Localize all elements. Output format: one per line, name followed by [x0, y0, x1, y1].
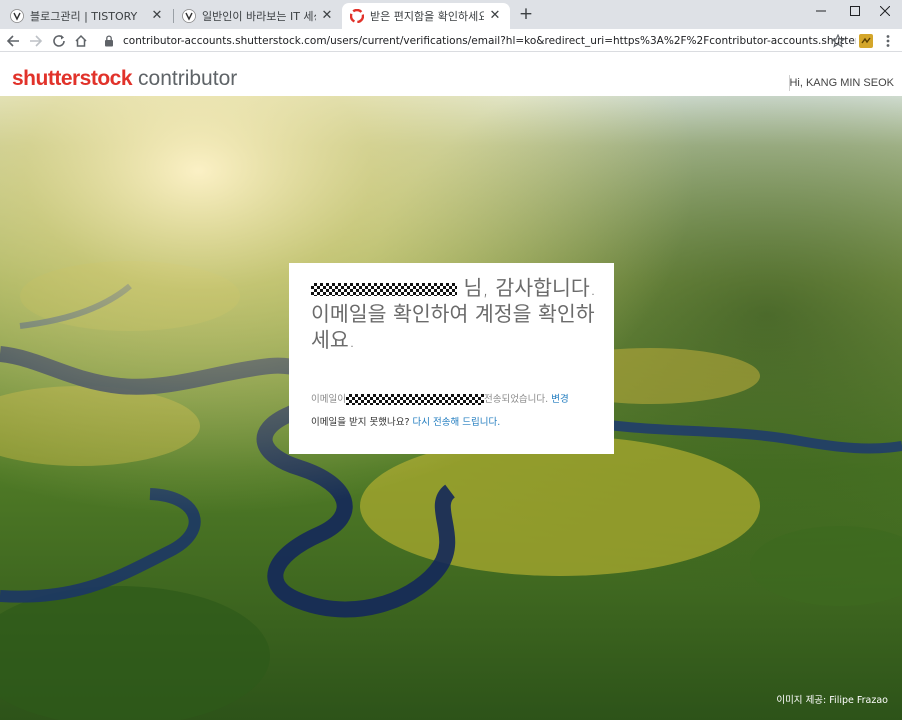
- reload-button[interactable]: [49, 31, 69, 51]
- credit-label: 이미지 제공:: [776, 695, 827, 706]
- maximize-icon: [850, 6, 860, 16]
- resend-line: 이메일을 받지 못했나요? 다시 전송해 드립니다.: [311, 414, 611, 428]
- email-sent-line: 이메일이 전송되었습니다. 변경: [311, 391, 611, 405]
- minimize-button[interactable]: [804, 0, 838, 22]
- user-greeting[interactable]: Hi, KANG MIN SEOK: [789, 77, 894, 89]
- arrow-right-icon: [30, 35, 43, 47]
- home-button[interactable]: [71, 31, 91, 51]
- verification-heading: 님, 감사합니다. 이메일을 확인하여 계정을 확인하세요.: [311, 275, 597, 353]
- not-received-text: 이메일을 받지 못했나요?: [311, 417, 410, 428]
- tab-strip: 블로그관리 | TISTORY ✕ 일반인이 바라보는 IT 세상 ✕ 받은 편…: [0, 0, 902, 29]
- site-header: shutterstock contributor Hi, KANG MIN SEO…: [0, 53, 902, 96]
- window-close-button[interactable]: [868, 0, 902, 22]
- tab-title: 일반인이 바라보는 IT 세상: [202, 10, 316, 23]
- brand-suffix: contributor: [138, 67, 238, 90]
- bookmark-star-button[interactable]: [828, 31, 848, 51]
- url-text: contributor-accounts.shutterstock.com/us…: [123, 34, 856, 47]
- forward-button[interactable]: [26, 31, 46, 51]
- minimize-icon: [816, 10, 826, 12]
- sent-prefix: 이메일이: [311, 394, 346, 405]
- back-button[interactable]: [3, 31, 23, 51]
- credit-author: Filipe Frazao: [829, 695, 888, 706]
- new-tab-button[interactable]: +: [516, 5, 536, 25]
- close-window-icon: [880, 6, 890, 16]
- close-icon[interactable]: ✕: [320, 9, 334, 23]
- tab-title: 블로그관리 | TISTORY: [30, 10, 138, 23]
- star-icon: [831, 34, 845, 48]
- hero-background: 님, 감사합니다. 이메일을 확인하여 계정을 확인하세요. 이메일이 전송되었습…: [0, 96, 902, 720]
- heading-suffix: 님, 감사합니다.: [463, 276, 597, 300]
- browser-tab[interactable]: 일반인이 바라보는 IT 세상 ✕: [174, 3, 342, 29]
- more-vertical-icon: [886, 35, 890, 47]
- sent-suffix: 전송되었습니다.: [483, 394, 549, 405]
- address-bar[interactable]: contributor-accounts.shutterstock.com/us…: [92, 30, 856, 51]
- extension-button[interactable]: [856, 31, 876, 51]
- close-icon[interactable]: ✕: [150, 9, 164, 23]
- browser-menu-button[interactable]: [878, 31, 898, 51]
- tab-title: 받은 편지함을 확인하세요. | Shu: [370, 10, 484, 23]
- heading-body: 이메일을 확인하여 계정을 확인하세요.: [311, 302, 595, 352]
- close-icon[interactable]: ✕: [488, 9, 502, 23]
- reload-icon: [53, 35, 65, 47]
- tistory-favicon-icon: [10, 9, 24, 23]
- extension-icon: [859, 34, 873, 48]
- home-icon: [75, 34, 87, 47]
- redacted-email: [345, 394, 484, 405]
- arrow-left-icon: [6, 35, 19, 47]
- resend-email-link[interactable]: 다시 전송해 드립니다.: [413, 417, 501, 428]
- lock-icon: [105, 34, 113, 46]
- browser-tab-active[interactable]: 받은 편지함을 확인하세요. | Shu ✕: [342, 3, 510, 29]
- browser-toolbar: contributor-accounts.shutterstock.com/us…: [0, 29, 902, 52]
- redacted-name: [311, 282, 457, 296]
- shutterstock-favicon-icon: [350, 9, 364, 23]
- shutterstock-logo[interactable]: shutterstock contributor: [12, 67, 237, 91]
- maximize-button[interactable]: [838, 0, 872, 22]
- browser-tab[interactable]: 블로그관리 | TISTORY ✕: [2, 3, 172, 29]
- brand-wordmark: shutterstock: [12, 67, 133, 90]
- image-credit: 이미지 제공: Filipe Frazao: [776, 692, 888, 706]
- tistory-favicon-icon: [182, 9, 196, 23]
- change-email-link[interactable]: 변경: [551, 394, 568, 405]
- verification-card: 님, 감사합니다. 이메일을 확인하여 계정을 확인하세요. 이메일이 전송되었습…: [289, 263, 614, 454]
